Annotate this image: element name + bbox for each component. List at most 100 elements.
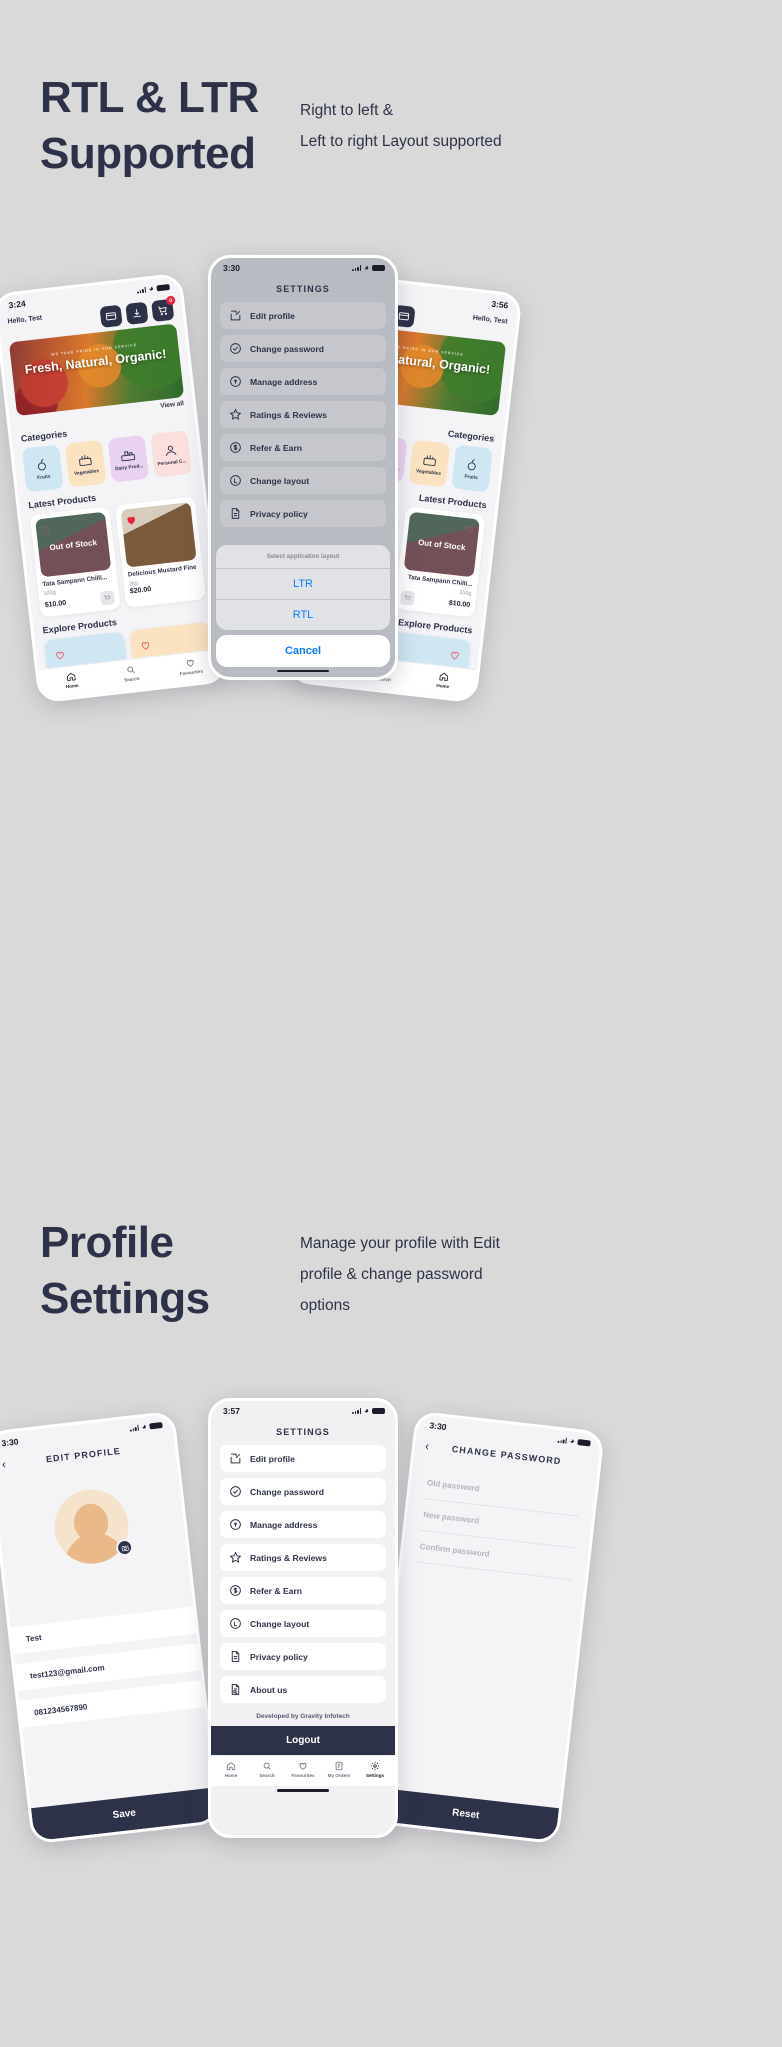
settings-item-label: Ratings & Reviews xyxy=(250,409,327,420)
settings-item-manage-address[interactable]: Manage address xyxy=(220,1511,386,1538)
settings-item-change-layout[interactable]: Change layout xyxy=(220,467,386,494)
reset-button[interactable]: Reset xyxy=(372,1787,559,1842)
tab-home[interactable]: Home xyxy=(41,668,103,692)
cart-icon xyxy=(158,306,167,316)
tab-search[interactable]: Search xyxy=(249,1761,285,1778)
settings-item-refer-earn[interactable]: Refer & Earn xyxy=(220,1577,386,1604)
add-to-cart-button[interactable] xyxy=(99,590,116,606)
action-sheet-option-rtl[interactable]: RTL xyxy=(216,598,390,630)
category-vegetables[interactable]: Vegetables xyxy=(408,439,451,488)
heart-icon xyxy=(186,659,194,667)
settings-item-ratings-reviews[interactable]: Ratings & Reviews xyxy=(220,1544,386,1571)
battery-icon xyxy=(577,1438,591,1447)
tab-label: My Orders xyxy=(327,1773,351,1778)
location-pin-icon xyxy=(229,1518,242,1531)
favourite-icon[interactable] xyxy=(54,647,67,666)
settings-item-ratings-reviews[interactable]: Ratings & Reviews xyxy=(220,401,386,428)
action-sheet-panel: Select application layout LTR RTL xyxy=(216,544,390,630)
wifi-icon: ◕ xyxy=(569,1436,576,1446)
settings-item-label: About us xyxy=(250,1684,288,1695)
wallet-icon xyxy=(105,312,117,321)
tab-settings[interactable]: Settings xyxy=(357,1761,393,1778)
home-icon xyxy=(439,672,449,682)
edit-square-icon xyxy=(229,309,242,322)
tab-search[interactable]: Search xyxy=(100,661,162,685)
search-icon xyxy=(127,666,135,674)
vegetables-icon xyxy=(79,455,92,467)
tab-home[interactable]: Home xyxy=(413,668,475,692)
logout-button[interactable]: Logout xyxy=(211,1726,395,1755)
product-card[interactable]: Delicious Mustard Fine 2kg $20.00 xyxy=(115,496,207,609)
edit-square-icon xyxy=(229,1452,242,1465)
avatar-section xyxy=(0,1479,187,1573)
add-to-cart-button[interactable] xyxy=(399,590,416,606)
fruits-icon xyxy=(467,459,476,471)
tab-favourites[interactable]: Favourites xyxy=(285,1761,321,1778)
action-sheet-option-ltr[interactable]: LTR xyxy=(216,567,390,599)
notification-button[interactable] xyxy=(125,301,149,325)
bottom-tab-bar: Home Search Favourites My Orders Setting… xyxy=(211,1755,395,1786)
settings-item-refer-earn[interactable]: Refer & Earn xyxy=(220,434,386,461)
vegetables-icon xyxy=(423,455,436,467)
layout-circle-icon xyxy=(229,1617,242,1630)
settings-item-label: Edit profile xyxy=(250,310,295,321)
favourite-icon[interactable] xyxy=(448,647,461,666)
category-fruits[interactable]: Fruits xyxy=(451,444,494,493)
developed-by-text: Developed by Gravity Infotech xyxy=(256,1713,350,1720)
section-2-title: Profile Settings xyxy=(40,1218,210,1324)
action-sheet-cancel-button[interactable]: Cancel xyxy=(216,634,390,667)
signal-icon xyxy=(352,1408,362,1414)
signal-icon xyxy=(137,286,147,294)
save-button[interactable]: Save xyxy=(31,1787,218,1842)
settings-item-change-password[interactable]: Change password xyxy=(220,1478,386,1505)
cart-button[interactable]: 0 xyxy=(151,295,176,323)
download-icon xyxy=(133,309,141,318)
settings-item-change-layout[interactable]: Change layout xyxy=(220,1610,386,1637)
section-rtl-ltr: RTL & LTR Supported Right to left & Left… xyxy=(0,0,782,1000)
settings-item-edit-profile[interactable]: Edit profile xyxy=(220,302,386,329)
status-time: 3:24 xyxy=(8,298,27,311)
category-personal-care[interactable]: Personal C... xyxy=(150,429,192,478)
category-dairy[interactable]: Dairy Prod... xyxy=(107,434,150,483)
back-button[interactable]: ‹ xyxy=(1,1457,8,1471)
home-icon xyxy=(226,1762,236,1771)
favourite-icon[interactable] xyxy=(139,638,152,657)
cart-icon xyxy=(404,594,411,600)
back-button[interactable]: ‹ xyxy=(424,1439,431,1453)
wifi-icon: ◕ xyxy=(148,283,155,294)
category-fruits[interactable]: Fruits xyxy=(21,444,64,493)
settings-item-label: Change password xyxy=(250,1486,325,1497)
wallet-icon xyxy=(398,312,410,321)
product-card[interactable]: Out of Stock Tata Sampann Chilli... 100g… xyxy=(394,506,486,618)
product-image: Out of Stock xyxy=(403,511,480,578)
status-indicators: ◕ xyxy=(137,283,171,295)
status-indicators: ◕ xyxy=(129,1421,163,1433)
settings-item-label: Ratings & Reviews xyxy=(250,1552,327,1563)
settings-item-privacy-policy[interactable]: Privacy policy xyxy=(220,500,386,527)
settings-item-manage-address[interactable]: Manage address xyxy=(220,368,386,395)
settings-item-label: Manage address xyxy=(250,376,318,387)
favourite-icon[interactable] xyxy=(125,512,138,531)
settings-item-privacy-policy[interactable]: Privacy policy xyxy=(220,1643,386,1670)
wifi-icon: ◕ xyxy=(364,263,369,272)
orders-icon xyxy=(335,1761,343,1771)
document-icon xyxy=(229,1650,242,1663)
heart-icon xyxy=(299,1762,307,1770)
dollar-coin-icon xyxy=(229,441,242,454)
settings-item-about-us[interactable]: About us xyxy=(220,1676,386,1703)
greeting-text: Hello, Test xyxy=(472,314,508,326)
phone-change-password: 3:30 ◕ ‹ CHANGE PASSWORD Old password Ne… xyxy=(369,1410,605,1845)
section-1-heading: RTL & LTR Supported xyxy=(40,70,259,183)
category-label: Dairy Prod... xyxy=(115,464,144,473)
signal-icon xyxy=(129,1424,140,1432)
settings-item-edit-profile[interactable]: Edit profile xyxy=(220,1445,386,1472)
category-vegetables[interactable]: Vegetables xyxy=(64,439,107,488)
tab-my-orders[interactable]: My Orders xyxy=(321,1761,357,1778)
settings-item-change-password[interactable]: Change password xyxy=(220,335,386,362)
wallet-button[interactable] xyxy=(99,304,123,328)
wifi-icon: ◕ xyxy=(141,1421,148,1432)
tab-home[interactable]: Home xyxy=(213,1761,249,1778)
camera-icon xyxy=(121,1545,129,1551)
product-card[interactable]: Out of Stock Tata Sampann Chilli... 100g… xyxy=(29,506,121,618)
status-indicators: ◕ xyxy=(352,1407,385,1415)
